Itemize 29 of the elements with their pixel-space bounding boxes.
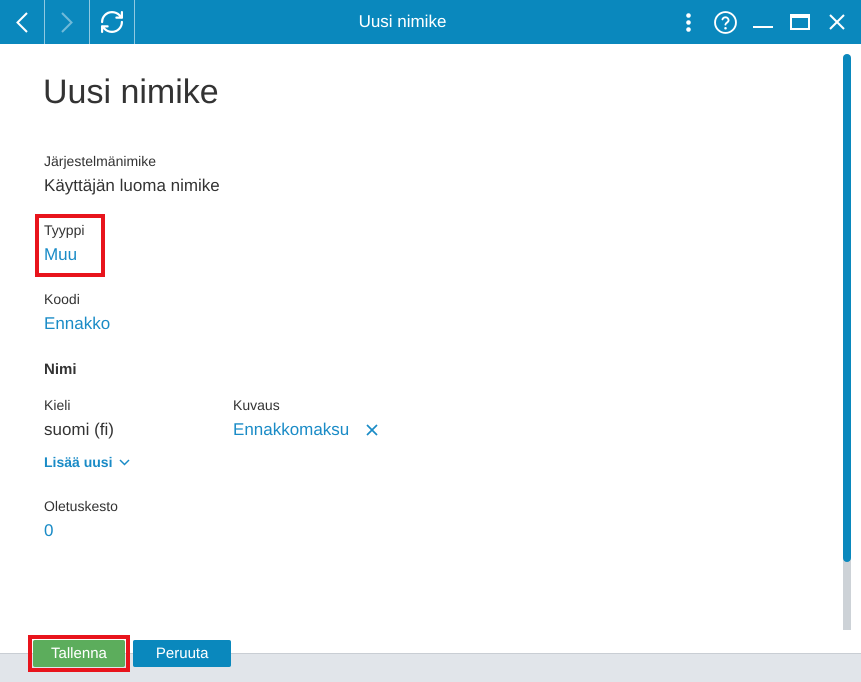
- window-title: Uusi nimike: [358, 12, 446, 32]
- field-value-link[interactable]: Ennakko: [44, 312, 110, 336]
- cancel-button[interactable]: Peruuta: [132, 640, 232, 667]
- save-button[interactable]: Tallenna: [33, 640, 125, 667]
- field-value-link[interactable]: Muu: [44, 243, 78, 267]
- section-title: Nimi: [44, 360, 77, 380]
- column-header: Kuvaus: [233, 396, 280, 414]
- maximize-icon: [790, 14, 810, 30]
- language-value: suomi (fi): [44, 419, 114, 441]
- close-icon: [828, 14, 844, 30]
- remove-button[interactable]: [366, 424, 378, 436]
- column-header: Kieli: [44, 396, 70, 414]
- field-label: Oletuskesto: [44, 497, 118, 515]
- field-label: Koodi: [44, 290, 80, 308]
- field-value-link[interactable]: 0: [44, 519, 54, 543]
- x-icon: [366, 424, 378, 436]
- description-link[interactable]: Ennakkomaksu: [233, 418, 350, 442]
- field-label: Järjestelmänimike: [44, 152, 156, 170]
- chevron-right-icon: [61, 12, 73, 32]
- help-icon: [714, 10, 737, 34]
- refresh-icon: [101, 11, 123, 33]
- more-options-icon: [686, 12, 691, 32]
- chevron-down-icon: [119, 458, 130, 466]
- field-label: Tyyppi: [44, 221, 84, 239]
- page-heading: Uusi nimike: [43, 72, 219, 112]
- chevron-left-icon: [16, 12, 28, 32]
- add-new-link[interactable]: Lisää uusi: [44, 453, 130, 471]
- field-value: Käyttäjän luoma nimike: [44, 175, 220, 197]
- minimize-icon: [752, 26, 772, 28]
